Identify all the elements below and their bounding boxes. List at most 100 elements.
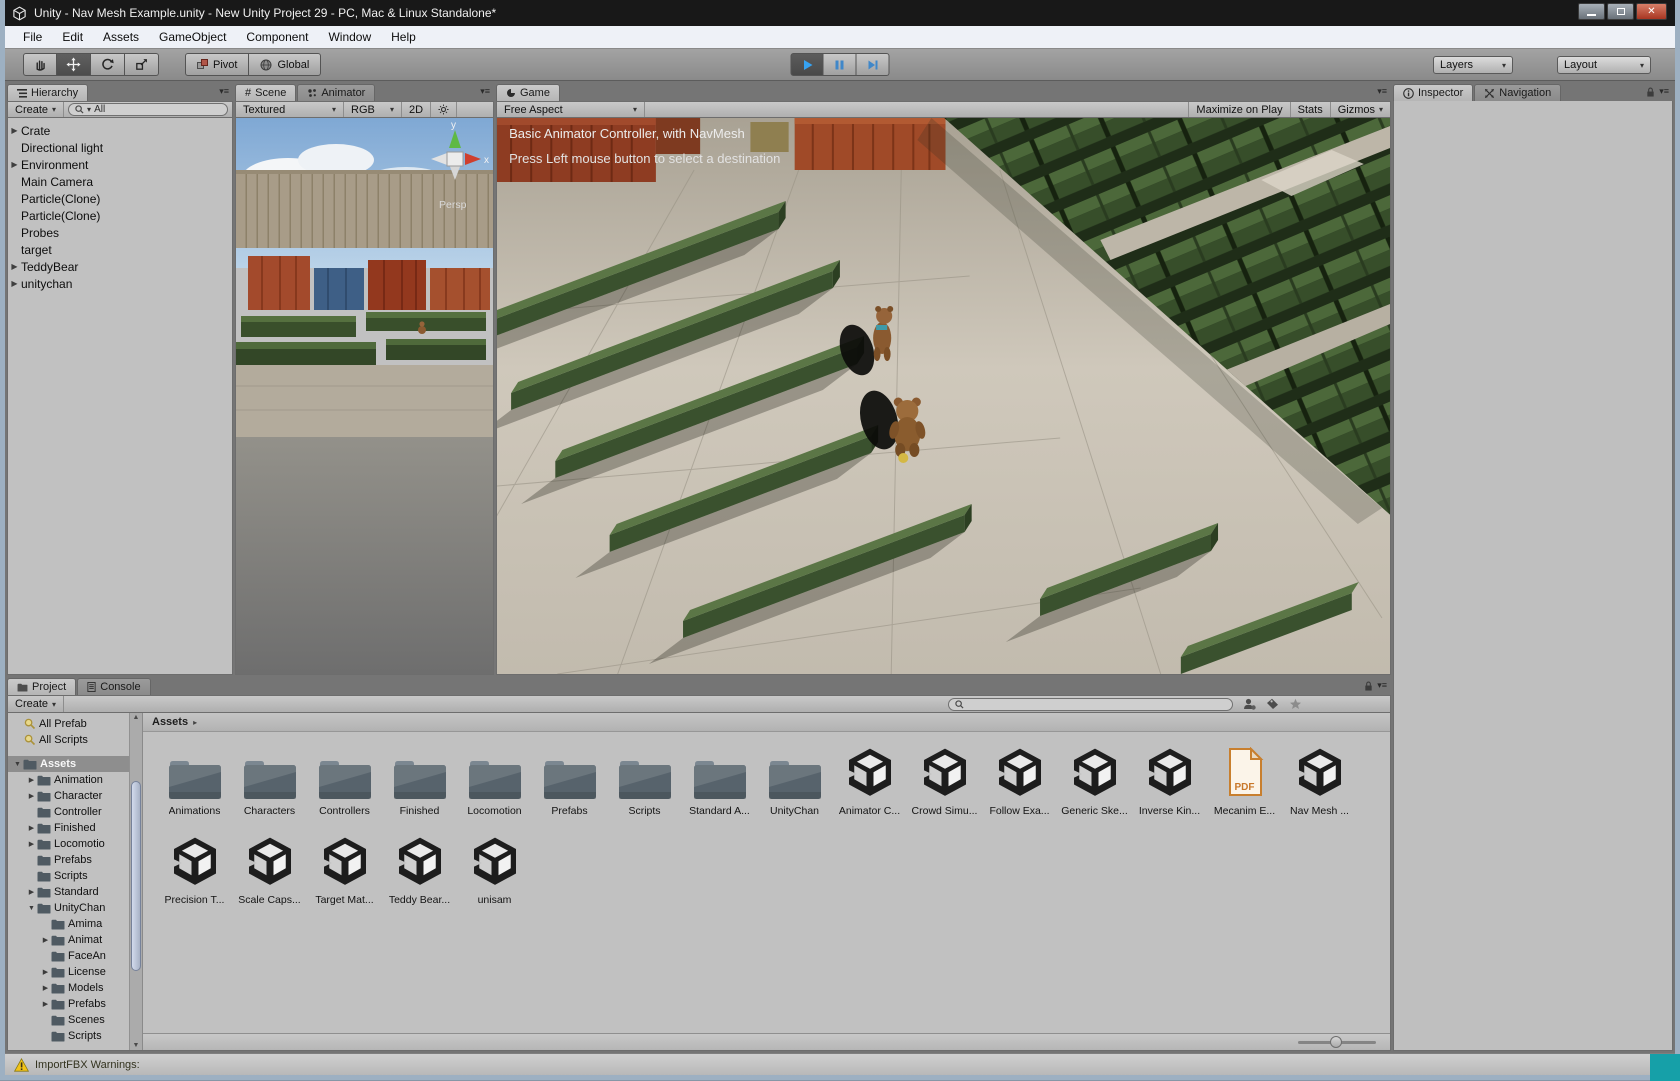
- expand-down-icon[interactable]: ▼: [12, 761, 23, 768]
- scene-viewport[interactable]: y x Persp: [235, 118, 494, 675]
- tab-animator[interactable]: Animator: [297, 84, 375, 101]
- expand-icon[interactable]: ▶: [26, 840, 37, 848]
- tree-row[interactable]: ▶ Character: [8, 788, 129, 804]
- gizmos-button[interactable]: Gizmos ▾: [1330, 102, 1390, 117]
- asset-item[interactable]: PDF Target Mat...: [307, 833, 382, 906]
- hierarchy-item[interactable]: ▶ Crate: [8, 122, 232, 139]
- menu-file[interactable]: File: [13, 27, 52, 47]
- panel-menu-icon[interactable]: ▾≡: [1377, 680, 1387, 691]
- tree-row[interactable]: ▶ Models: [8, 980, 129, 996]
- expand-icon[interactable]: ▶: [40, 984, 51, 992]
- play-button[interactable]: [791, 53, 824, 76]
- hand-tool-button[interactable]: [23, 53, 57, 76]
- asset-item[interactable]: PDF Scripts: [607, 744, 682, 817]
- asset-item[interactable]: PDF Scale Caps...: [232, 833, 307, 906]
- breadcrumb[interactable]: Assets ▸: [143, 713, 1390, 732]
- expand-icon[interactable]: ▶: [40, 968, 51, 976]
- tree-row[interactable]: ▶ Locomotio: [8, 836, 129, 852]
- draw-mode-dropdown[interactable]: Textured ▾: [236, 102, 344, 117]
- asset-item[interactable]: PDF Nav Mesh ...: [1282, 744, 1357, 817]
- tab-inspector[interactable]: Inspector: [1393, 84, 1473, 101]
- panel-menu-icon[interactable]: ▾≡: [1659, 86, 1669, 97]
- tree-row[interactable]: ▶ Standard: [8, 884, 129, 900]
- asset-item[interactable]: PDF Locomotion: [457, 744, 532, 817]
- scene-lighting-button[interactable]: [431, 102, 457, 117]
- tab-navigation[interactable]: Navigation: [1474, 84, 1561, 101]
- asset-item[interactable]: PDF Finished: [382, 744, 457, 817]
- status-bar[interactable]: ImportFBX Warnings:: [5, 1053, 1675, 1075]
- expand-icon[interactable]: ▶: [40, 936, 51, 944]
- favorite-star-icon[interactable]: [1289, 698, 1302, 710]
- lock-icon[interactable]: [1364, 681, 1373, 691]
- menu-gameobject[interactable]: GameObject: [149, 27, 236, 47]
- asset-item[interactable]: PDF Generic Ske...: [1057, 744, 1132, 817]
- global-button[interactable]: Global: [249, 53, 321, 76]
- hierarchy-item[interactable]: ▶ unitychan: [8, 275, 232, 292]
- expand-icon[interactable]: ▶: [26, 888, 37, 896]
- menu-assets[interactable]: Assets: [93, 27, 149, 47]
- tab-console[interactable]: Console: [77, 678, 150, 695]
- expand-icon[interactable]: ▼: [26, 905, 37, 912]
- tree-row[interactable]: ▶ Amima: [8, 916, 129, 932]
- project-search-input[interactable]: [948, 698, 1233, 711]
- scroll-down-icon[interactable]: ▼: [130, 1042, 142, 1049]
- expand-right-icon[interactable]: ▶: [8, 262, 21, 271]
- pivot-button[interactable]: Pivot: [185, 53, 249, 76]
- hierarchy-item[interactable]: ▶ target: [8, 241, 232, 258]
- hierarchy-search-input[interactable]: ▾ All: [68, 103, 228, 116]
- aspect-dropdown[interactable]: Free Aspect ▾: [497, 102, 645, 117]
- expand-right-icon[interactable]: ▶: [8, 160, 21, 169]
- tab-hierarchy[interactable]: Hierarchy: [7, 84, 88, 101]
- panel-menu-icon[interactable]: ▾≡: [480, 86, 490, 97]
- hierarchy-item[interactable]: ▶ Probes: [8, 224, 232, 241]
- game-viewport[interactable]: Basic Animator Controller, with NavMesh …: [496, 118, 1391, 675]
- scroll-up-icon[interactable]: ▲: [130, 714, 142, 721]
- expand-right-icon[interactable]: ▶: [8, 279, 21, 288]
- expand-icon[interactable]: ▶: [40, 1000, 51, 1008]
- asset-item[interactable]: PDF Animations: [157, 744, 232, 817]
- asset-item[interactable]: PDF Characters: [232, 744, 307, 817]
- slider-knob[interactable]: [1330, 1036, 1342, 1048]
- layers-dropdown[interactable]: Layers ▾: [1433, 56, 1513, 74]
- rotate-tool-button[interactable]: [91, 53, 125, 76]
- asset-item[interactable]: PDF Prefabs: [532, 744, 607, 817]
- toggle-2d-button[interactable]: 2D: [402, 102, 431, 117]
- expand-icon[interactable]: ▶: [26, 792, 37, 800]
- scrollbar-thumb[interactable]: [131, 781, 141, 971]
- asset-item[interactable]: PDF Teddy Bear...: [382, 833, 457, 906]
- tab-game[interactable]: Game: [496, 84, 560, 101]
- favorite-search-item[interactable]: All Scripts: [8, 732, 129, 748]
- minimize-button[interactable]: [1578, 3, 1605, 20]
- hierarchy-item[interactable]: ▶ Particle(Clone): [8, 190, 232, 207]
- asset-item[interactable]: PDF Controllers: [307, 744, 382, 817]
- favorite-search-item[interactable]: All Prefab: [8, 716, 129, 732]
- tree-row[interactable]: ▶ Prefabs: [8, 996, 129, 1012]
- asset-item[interactable]: PDF Mecanim E...: [1207, 744, 1282, 817]
- asset-item[interactable]: PDF Follow Exa...: [982, 744, 1057, 817]
- tab-project[interactable]: Project: [7, 678, 76, 695]
- stats-button[interactable]: Stats: [1290, 102, 1330, 117]
- move-tool-button[interactable]: [57, 53, 91, 76]
- tree-row[interactable]: ▶ Prefabs: [8, 852, 129, 868]
- layout-dropdown[interactable]: Layout ▾: [1557, 56, 1651, 74]
- label-tag-icon[interactable]: [1266, 698, 1279, 710]
- tab-scene[interactable]: # Scene: [235, 84, 296, 101]
- expand-icon[interactable]: ▶: [26, 824, 37, 832]
- tree-row[interactable]: ▶ Finished: [8, 820, 129, 836]
- asset-item[interactable]: PDF Crowd Simu...: [907, 744, 982, 817]
- asset-item[interactable]: PDF Precision T...: [157, 833, 232, 906]
- menu-edit[interactable]: Edit: [52, 27, 93, 47]
- color-mode-dropdown[interactable]: RGB ▾: [344, 102, 402, 117]
- asset-item[interactable]: PDF unisam: [457, 833, 532, 906]
- project-create-button[interactable]: Create ▾: [8, 696, 64, 712]
- hierarchy-item[interactable]: ▶ TeddyBear: [8, 258, 232, 275]
- lock-icon[interactable]: [1646, 87, 1655, 97]
- close-button[interactable]: ✕: [1636, 3, 1667, 20]
- tree-row[interactable]: ▶ Animation: [8, 772, 129, 788]
- hierarchy-create-button[interactable]: Create ▾: [8, 102, 64, 117]
- panel-menu-icon[interactable]: ▾≡: [219, 86, 229, 97]
- tree-row[interactable]: ▶ Controller: [8, 804, 129, 820]
- step-button[interactable]: [857, 53, 890, 76]
- scale-tool-button[interactable]: [125, 53, 159, 76]
- pause-button[interactable]: [824, 53, 857, 76]
